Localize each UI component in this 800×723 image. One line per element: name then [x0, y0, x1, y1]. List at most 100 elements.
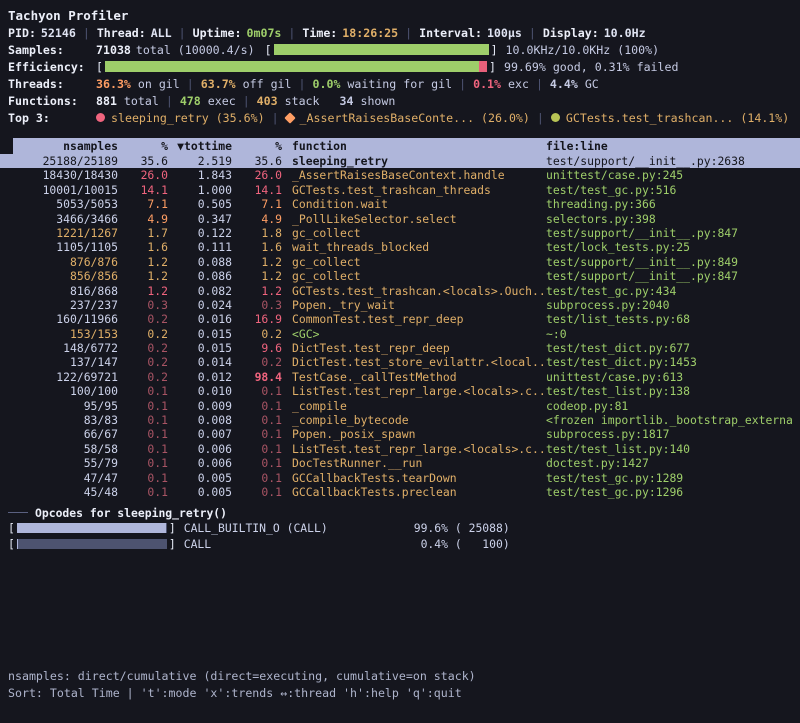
medal-icon: [96, 113, 105, 122]
file-line-cell: doctest.py:1427: [546, 456, 800, 470]
nsamples-cell: 25188/25189: [8, 154, 118, 168]
function-cell: sleeping_retry: [292, 154, 546, 168]
table-row[interactable]: 137/147 0.2 0.014 0.2 DictTest.test_stor…: [0, 355, 800, 369]
table-row[interactable]: 148/6772 0.2 0.015 9.6 DictTest.test_rep…: [0, 341, 800, 355]
uptime-label: Uptime:: [193, 26, 242, 40]
table-row[interactable]: 3466/3466 4.9 0.347 4.9 _PollLikeSelecto…: [0, 212, 800, 226]
percent-direct-cell: 4.9: [118, 212, 168, 226]
samples-desc: total (10000.4/s): [136, 43, 255, 57]
col-header-file-line[interactable]: file:line: [546, 138, 800, 154]
percent-direct-cell: 14.1: [118, 183, 168, 197]
samples-rate-text: 10.0KHz/10.0KHz (100%): [506, 43, 660, 57]
percent-direct-cell: 0.2: [118, 355, 168, 369]
function-cell: DictTest.test_repr_deep: [292, 341, 546, 355]
time-value: 18:26:25: [342, 26, 398, 40]
efficiency-line: Efficiency: 99.69% good, 0.31% failed: [8, 58, 792, 75]
table-row[interactable]: 45/48 0.1 0.005 0.1 GCCallbackTests.prec…: [0, 485, 800, 499]
percent-direct-cell: 0.1: [118, 384, 168, 398]
table-row[interactable]: 83/83 0.1 0.008 0.1 _compile_bytecode <f…: [0, 413, 800, 427]
separator: [405, 26, 412, 40]
table-row[interactable]: 1105/1105 1.6 0.111 1.6 wait_threads_blo…: [0, 240, 800, 254]
function-cell: TestCase._callTestMethod: [292, 370, 546, 384]
top3-function-name[interactable]: GCTests.test_trashcan... (14.1%): [566, 111, 789, 125]
stat-label: exc: [501, 77, 529, 91]
tottime-cell: 0.015: [168, 327, 232, 341]
col-header-nsamples[interactable]: nsamples: [8, 138, 118, 154]
tottime-cell: 0.006: [168, 442, 232, 456]
table-row[interactable]: 66/67 0.1 0.007 0.1 Popen._posix_spawn s…: [0, 427, 800, 441]
table-row[interactable]: 876/876 1.2 0.088 1.2 gc_collect test/su…: [0, 255, 800, 269]
file-line-cell: test/test_dict.py:1453: [546, 355, 800, 369]
col-header-function[interactable]: function: [292, 138, 546, 154]
percent-direct-cell: 26.0: [118, 168, 168, 182]
opcode-name: CALL: [184, 537, 414, 551]
tottime-cell: 0.007: [168, 427, 232, 441]
file-line-cell: unittest/case.py:245: [546, 168, 800, 182]
top3-label: Top 3:: [8, 111, 96, 125]
table-row[interactable]: 55/79 0.1 0.006 0.1 DocTestRunner.__run …: [0, 456, 800, 470]
function-cell: GCTests.test_trashcan_threads: [292, 183, 546, 197]
file-line-cell: test/test_dict.py:677: [546, 341, 800, 355]
opcode-percent: 99.6% ( 25088): [414, 521, 510, 535]
thread-value[interactable]: ALL: [151, 26, 172, 40]
table-row[interactable]: 95/95 0.1 0.009 0.1 _compile codeop.py:8…: [0, 399, 800, 413]
stat-label: exec: [201, 94, 236, 108]
nsamples-cell: 18430/18430: [8, 168, 118, 182]
percent-cumulative-cell: 1.2: [232, 269, 282, 283]
top3-line: Top 3: sleeping_retry (35.6%) _AssertRais…: [8, 109, 792, 126]
rule-line: [8, 512, 28, 513]
tottime-cell: 0.122: [168, 226, 232, 240]
col-header-percent-direct[interactable]: %: [118, 138, 168, 154]
summary-panel: Tachyon Profiler PID: 52146 Thread: ALL …: [0, 0, 800, 126]
opcode-name: CALL_BUILTIN_O (CALL): [184, 521, 414, 535]
table-header[interactable]: nsamples % ▼tottime % function file:line: [0, 138, 800, 154]
interval-label: Interval:: [419, 26, 482, 40]
opcodes-title-row: Opcodes for sleeping_retry(): [8, 505, 800, 520]
table-row[interactable]: 47/47 0.1 0.005 0.1 GCCallbackTests.tear…: [0, 471, 800, 485]
table-row[interactable]: 122/69721 0.2 0.012 98.4 TestCase._callT…: [0, 370, 800, 384]
table-row[interactable]: 18430/18430 26.0 1.843 26.0 _AssertRaise…: [0, 168, 800, 182]
stat-label: stack: [278, 94, 320, 108]
function-cell: DocTestRunner.__run: [292, 456, 546, 470]
file-line-cell: subprocess.py:2040: [546, 298, 800, 312]
separator: [179, 26, 186, 40]
table-row[interactable]: 237/237 0.3 0.024 0.3 Popen._try_wait su…: [0, 298, 800, 312]
table-row[interactable]: 160/11966 0.2 0.016 16.9 CommonTest.test…: [0, 312, 800, 326]
function-cell: Popen._try_wait: [292, 298, 546, 312]
stat-value: 63.7%: [201, 77, 236, 91]
function-cell: gc_collect: [292, 226, 546, 240]
table-row[interactable]: 25188/25189 35.6 2.519 35.6 sleeping_ret…: [0, 154, 800, 168]
table-row[interactable]: 5053/5053 7.1 0.505 7.1 Condition.wait t…: [0, 197, 800, 211]
table-row[interactable]: 816/868 1.2 0.082 1.2 GCTests.test_trash…: [0, 284, 800, 298]
table-row[interactable]: 100/100 0.1 0.010 0.1 ListTest.test_repr…: [0, 384, 800, 398]
table-row[interactable]: 10001/10015 14.1 1.000 14.1 GCTests.test…: [0, 183, 800, 197]
opcodes-bars: CALL_BUILTIN_O (CALL)99.6% ( 25088)CALL …: [8, 520, 800, 552]
stat-value: 36.3%: [96, 77, 131, 91]
tottime-cell: 0.005: [168, 471, 232, 485]
tottime-cell: 0.009: [168, 399, 232, 413]
table-row[interactable]: 153/153 0.2 0.015 0.2 <GC> ~:0: [0, 327, 800, 341]
top3-function-name[interactable]: sleeping_retry (35.6%): [111, 111, 265, 125]
function-cell: gc_collect: [292, 269, 546, 283]
table-row[interactable]: 856/856 1.2 0.086 1.2 gc_collect test/su…: [0, 269, 800, 283]
tottime-cell: 2.519: [168, 154, 232, 168]
table-row[interactable]: 1221/1267 1.7 0.122 1.8 gc_collect test/…: [0, 226, 800, 240]
percent-direct-cell: 0.1: [118, 427, 168, 441]
top3-items: sleeping_retry (35.6%) _AssertRaisesBaseC…: [96, 111, 789, 125]
nsamples-cell: 100/100: [8, 384, 118, 398]
percent-direct-cell: 0.1: [118, 471, 168, 485]
nsamples-cell: 160/11966: [8, 312, 118, 326]
medal-icon: [551, 113, 560, 122]
top3-function-name[interactable]: _AssertRaisesBaseConte... (26.0%): [300, 111, 530, 125]
samples-rate-bar: [274, 44, 489, 55]
table-row[interactable]: 58/58 0.1 0.006 0.1 ListTest.test_repr_l…: [0, 442, 800, 456]
col-header-percent-cumulative[interactable]: %: [232, 138, 282, 154]
time-label: Time:: [302, 26, 337, 40]
percent-direct-cell: 0.1: [118, 456, 168, 470]
function-cell: _PollLikeSelector.select: [292, 212, 546, 226]
stat-label: GC: [578, 77, 599, 91]
functions-label: Functions:: [8, 94, 96, 108]
col-header-tottime[interactable]: ▼tottime: [168, 138, 232, 154]
separator: [536, 77, 543, 91]
percent-cumulative-cell: 0.3: [232, 298, 282, 312]
